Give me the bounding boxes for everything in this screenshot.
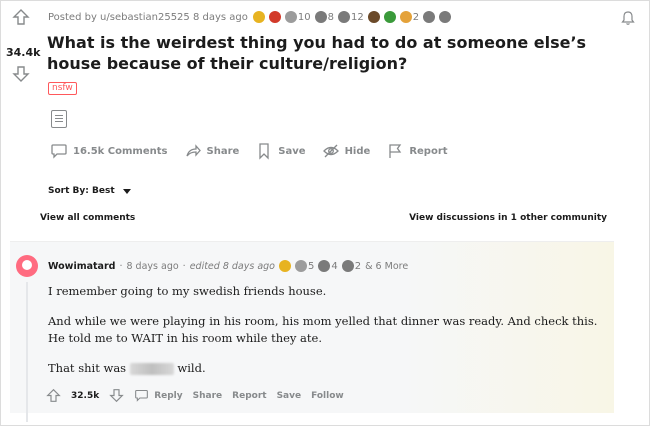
text-post-icon: [51, 110, 67, 128]
nsfw-badge: nsfw: [48, 82, 77, 95]
report-button[interactable]: Report: [386, 142, 448, 160]
silver-award-icon: [337, 11, 350, 23]
gold-award-icon: [279, 260, 291, 272]
comment-save-button[interactable]: Save: [277, 391, 302, 401]
award[interactable]: [367, 11, 380, 23]
comment-awards[interactable]: 5 4 2: [279, 260, 361, 272]
comment-text-end: wild.: [177, 361, 206, 375]
bear-award-icon: [367, 11, 380, 23]
helpful-award-icon: [318, 260, 331, 272]
vote-column: 34.4k: [6, 8, 41, 83]
award-count: 2: [412, 11, 420, 23]
comment-paragraph: And while we were playing in his room, h…: [48, 314, 598, 345]
silver-award-icon: [341, 260, 354, 272]
fire-award-icon: [268, 11, 281, 23]
downvote-icon[interactable]: [12, 65, 30, 83]
award[interactable]: 2: [341, 260, 362, 272]
bookmark-icon: [259, 143, 269, 160]
comments-button[interactable]: 16.5k Comments: [50, 142, 168, 160]
avatar[interactable]: [16, 255, 38, 277]
award[interactable]: 8: [314, 11, 334, 23]
report-label: Report: [409, 145, 448, 157]
award[interactable]: [268, 11, 281, 23]
more-awards[interactable]: & 6 More: [365, 261, 408, 272]
flag-icon: [389, 144, 402, 158]
comment-meta: Wowimatard · 8 days ago · edited 8 days …: [48, 260, 408, 272]
comment-report-button[interactable]: Report: [232, 391, 266, 401]
bell-icon[interactable]: [620, 10, 636, 26]
comment-action-bar: 32.5k Reply Share Report Save Follow: [46, 388, 344, 403]
comments-label: 16.5k Comments: [73, 145, 168, 157]
comment-follow-button[interactable]: Follow: [311, 391, 344, 401]
hide-label: Hide: [344, 145, 371, 157]
award[interactable]: [279, 260, 291, 272]
meta-separator: ·: [182, 260, 186, 272]
share-icon: [185, 144, 201, 157]
post-awards[interactable]: 10 8 12 2: [252, 11, 452, 23]
award-count: 10: [297, 11, 311, 23]
upvote-icon[interactable]: [12, 8, 30, 26]
reply-button[interactable]: Reply: [134, 388, 183, 403]
comment-username[interactable]: Wowimatard: [48, 261, 115, 272]
award-count: 4: [331, 260, 338, 272]
award-count: 12: [350, 11, 364, 23]
comment-icon: [135, 389, 149, 402]
comment-time[interactable]: 8 days ago: [126, 261, 178, 272]
helpful-award-icon: [314, 11, 327, 23]
comment-icon: [51, 144, 67, 159]
award-count: 8: [327, 11, 334, 23]
sort-dropdown[interactable]: Sort By: Best: [48, 186, 131, 196]
view-other-community-link[interactable]: View discussions in 1 other community: [409, 213, 607, 223]
hide-button[interactable]: Hide: [322, 142, 371, 160]
post-action-bar: 16.5k Comments Share Save Hide Report: [50, 142, 448, 160]
award-count: 2: [354, 260, 362, 272]
chevron-down-icon: [122, 188, 131, 194]
view-all-comments-link[interactable]: View all comments: [40, 213, 135, 223]
save-label: Save: [278, 145, 306, 157]
censored-word: [129, 363, 174, 375]
comment-paragraph: I remember going to my swedish friends h…: [48, 284, 327, 298]
wholesome-award-icon: [284, 11, 297, 23]
posted-by[interactable]: Posted by u/sebastian25525 8 days ago: [48, 12, 248, 23]
comment-score: 32.5k: [71, 390, 100, 401]
save-button[interactable]: Save: [255, 142, 306, 160]
award[interactable]: [423, 11, 436, 23]
post-score: 34.4k: [6, 46, 41, 59]
award[interactable]: [383, 11, 396, 23]
bird-award-icon: [423, 11, 436, 23]
share-button[interactable]: Share: [184, 142, 240, 160]
award[interactable]: [252, 11, 265, 23]
upvote-icon[interactable]: [46, 388, 61, 403]
reply-label: Reply: [154, 390, 183, 401]
award[interactable]: 12: [337, 11, 364, 23]
downvote-icon[interactable]: [109, 388, 124, 403]
thread-line[interactable]: [26, 282, 28, 422]
post-meta: Posted by u/sebastian25525 8 days ago 10…: [48, 11, 452, 23]
award[interactable]: 4: [318, 260, 338, 272]
comment-text-start: That shit was: [48, 361, 127, 375]
award-count: 5: [308, 260, 315, 272]
comment-edited: edited 8 days ago: [189, 260, 275, 272]
cat-award-icon: [439, 11, 452, 23]
award[interactable]: 2: [399, 11, 420, 23]
award[interactable]: 5: [295, 260, 314, 272]
share-label: Share: [206, 145, 240, 157]
post-title[interactable]: What is the weirdest thing you had to do…: [47, 32, 637, 74]
award[interactable]: [439, 11, 452, 23]
parrot-award-icon: [383, 11, 396, 23]
gold-award-icon: [252, 11, 265, 23]
heart-eyes-award-icon: [399, 11, 412, 23]
meta-separator: ·: [119, 260, 123, 272]
comment-paragraph: That shit was wild.: [48, 360, 608, 377]
sort-label: Sort By: Best: [48, 186, 115, 196]
comment-share-button[interactable]: Share: [193, 391, 223, 401]
hide-eye-icon: [322, 144, 339, 158]
award[interactable]: 10: [284, 11, 311, 23]
wholesome-award-icon: [295, 260, 307, 272]
